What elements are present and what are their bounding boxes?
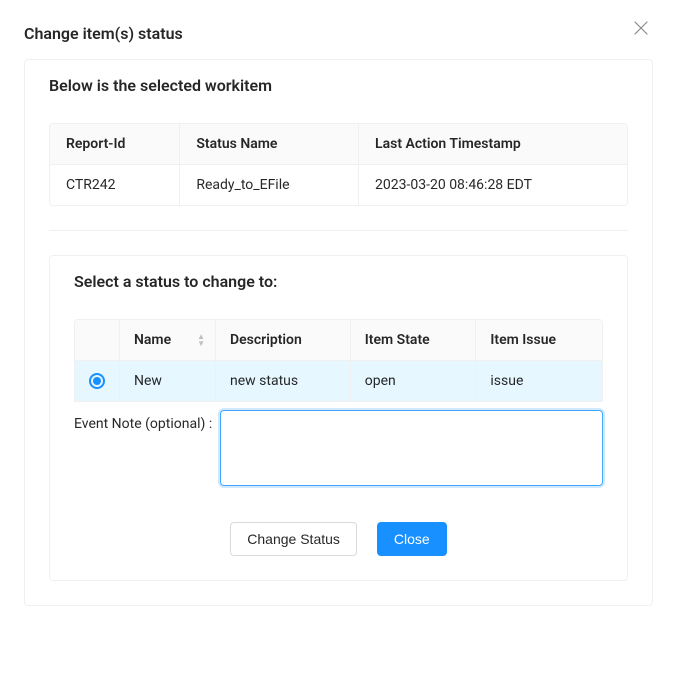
- table-row: CTR242 Ready_to_EFile 2023-03-20 08:46:2…: [50, 165, 627, 205]
- cell-description: new status: [215, 361, 350, 401]
- change-status-button[interactable]: Change Status: [230, 522, 357, 556]
- event-note-input[interactable]: [220, 410, 603, 486]
- close-button[interactable]: Close: [377, 522, 447, 556]
- cell-item-state: open: [350, 361, 476, 401]
- selected-workitem-title: Below is the selected workitem: [25, 60, 652, 111]
- col-select: [75, 320, 119, 361]
- status-row[interactable]: New new status open issue: [75, 361, 602, 401]
- status-radio[interactable]: [89, 373, 105, 389]
- cell-item-issue: issue: [475, 361, 602, 401]
- col-last-action: Last Action Timestamp: [358, 124, 627, 165]
- divider: [49, 230, 628, 231]
- col-item-issue: Item Issue: [475, 320, 602, 361]
- select-status-title: Select a status to change to:: [50, 256, 627, 307]
- col-description: Description: [215, 320, 350, 361]
- cell-last-action: 2023-03-20 08:46:28 EDT: [358, 165, 627, 205]
- col-name[interactable]: Name ▲▼: [119, 320, 215, 361]
- cell-report-id: CTR242: [50, 165, 179, 205]
- status-options-table: Name ▲▼ Description Item State Item Issu…: [74, 319, 603, 402]
- cell-status-name: Ready_to_EFile: [179, 165, 358, 205]
- action-bar: Change Status Close: [74, 522, 603, 556]
- selected-workitem-table: Report-Id Status Name Last Action Timest…: [49, 123, 628, 206]
- select-status-card: Select a status to change to: Name ▲▼: [49, 255, 628, 581]
- modal-title: Change item(s) status: [24, 24, 653, 43]
- event-note-label: Event Note (optional) :: [74, 410, 220, 432]
- sort-icon[interactable]: ▲▼: [197, 333, 205, 347]
- col-status-name: Status Name: [179, 124, 358, 165]
- cell-name: New: [119, 361, 215, 401]
- change-status-modal: Change item(s) status Below is the selec…: [0, 0, 677, 630]
- col-item-state: Item State: [350, 320, 476, 361]
- close-icon[interactable]: [633, 20, 649, 36]
- col-report-id: Report-Id: [50, 124, 179, 165]
- outer-card: Below is the selected workitem Report-Id…: [24, 59, 653, 606]
